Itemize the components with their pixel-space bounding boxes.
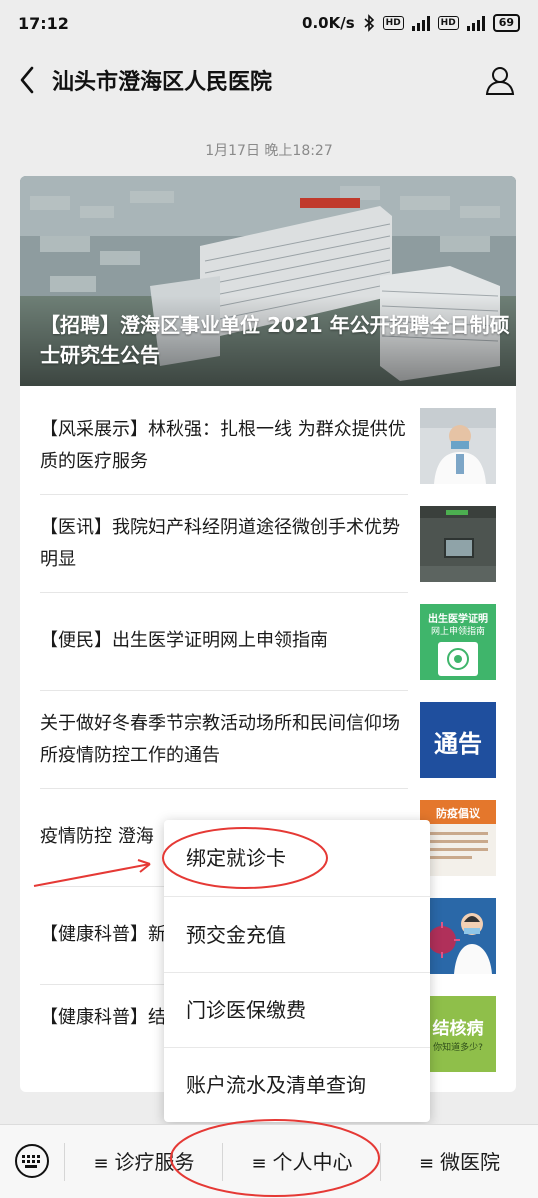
thumb-caption-1: 结核病 [432, 1019, 484, 1039]
tab-personal-center[interactable]: ≡ 个人中心 [223, 1125, 381, 1198]
status-indicators: 0.0K/s HD HD 69 [302, 14, 520, 32]
tab-label: 诊疗服务 [114, 1150, 195, 1174]
menu-icon: ≡ [251, 1153, 267, 1174]
chevron-left-icon [20, 66, 34, 94]
status-time: 17:12 [18, 13, 69, 33]
hd-badge: HD [382, 16, 404, 30]
status-bar: 17:12 0.0K/s HD HD 69 [0, 0, 538, 46]
page-title: 汕头市澄海区人民医院 [52, 70, 273, 95]
article-title: 【医讯】我院妇产科经阴道途径微创手术优势明显 [40, 517, 400, 570]
nav-bar: 汕头市澄海区人民医院 [0, 46, 538, 114]
thumb-caption-2: 网上申领指南 [430, 627, 485, 637]
menu-item-account-statement[interactable]: 账户流水及清单查询 [164, 1047, 430, 1123]
article-item[interactable]: 【医讯】我院妇产科经阴道途径微创手术优势明显 [20, 494, 516, 592]
menu-icon: ≡ [93, 1153, 109, 1174]
menu-item-bind-card[interactable]: 绑定就诊卡 [164, 820, 430, 896]
operating-room-thumbnail [420, 506, 496, 582]
thumb-caption-2: 你知道多少? [433, 1043, 483, 1053]
birth-certificate-thumbnail: 出生医学证明 网上申领指南 [420, 604, 496, 680]
notice-thumbnail: 通告 [420, 702, 496, 778]
doctor-portrait-thumbnail [420, 408, 496, 484]
hero-article[interactable]: 【招聘】澄海区事业单位 2021 年公开招聘全日制硕士研究生公告 [20, 176, 516, 386]
keyboard-toggle[interactable] [12, 1144, 52, 1178]
hd-badge-2: HD [437, 16, 459, 30]
tuberculosis-thumbnail: 结核病 你知道多少? [420, 996, 496, 1072]
article-title: 【风采展示】林秋强：扎根一线 为群众提供优质的医疗服务 [40, 419, 406, 472]
signal-icon-2 [466, 15, 485, 31]
back-button[interactable] [14, 64, 42, 96]
tab-label: 个人中心 [272, 1150, 353, 1174]
thumb-caption-1: 通告 [434, 730, 482, 758]
person-icon [485, 67, 515, 95]
article-title: 【便民】出生医学证明网上申领指南 [40, 630, 328, 651]
article-item[interactable]: 【风采展示】林秋强：扎根一线 为群众提供优质的医疗服务 [20, 396, 516, 494]
thumb-caption-1: 防疫倡议 [436, 807, 480, 820]
menu-item-insurance-payment[interactable]: 门诊医保缴费 [164, 972, 430, 1048]
tab-label: 微医院 [440, 1150, 501, 1174]
hero-title: 【招聘】澄海区事业单位 2021 年公开招聘全日制硕士研究生公告 [40, 313, 510, 367]
profile-button[interactable] [484, 64, 516, 96]
thumb-caption-1: 出生医学证明 [428, 614, 488, 625]
keyboard-icon [15, 1144, 49, 1178]
menu-item-prepay[interactable]: 预交金充值 [164, 897, 430, 973]
bottom-menu-bar: ≡ 诊疗服务 ≡ 个人中心 ≡ 微医院 [0, 1124, 538, 1198]
article-title: 关于做好冬春季节宗教活动场所和民间信仰场所疫情防控工作的通告 [40, 713, 400, 766]
tab-micro-hospital[interactable]: ≡ 微医院 [381, 1125, 538, 1198]
message-timestamp: 1月17日 晚上18:27 [205, 143, 333, 159]
bluetooth-icon [364, 14, 374, 32]
tab-medical-services[interactable]: ≡ 诊疗服务 [65, 1125, 223, 1198]
article-item[interactable]: 【便民】出生医学证明网上申领指南 出生医学证明 网上申领指南 [20, 592, 516, 690]
battery-indicator: 69 [492, 14, 520, 32]
virus-doctor-thumbnail [420, 898, 496, 974]
personal-center-menu: 绑定就诊卡 预交金充值 门诊医保缴费 账户流水及清单查询 [164, 820, 430, 1122]
signal-icon [411, 15, 430, 31]
article-item[interactable]: 关于做好冬春季节宗教活动场所和民间信仰场所疫情防控工作的通告 通告 [20, 690, 516, 788]
menu-icon: ≡ [418, 1153, 435, 1174]
network-speed: 0.0K/s [302, 14, 355, 32]
epidemic-prevention-thumbnail: 防疫倡议 [420, 800, 496, 876]
